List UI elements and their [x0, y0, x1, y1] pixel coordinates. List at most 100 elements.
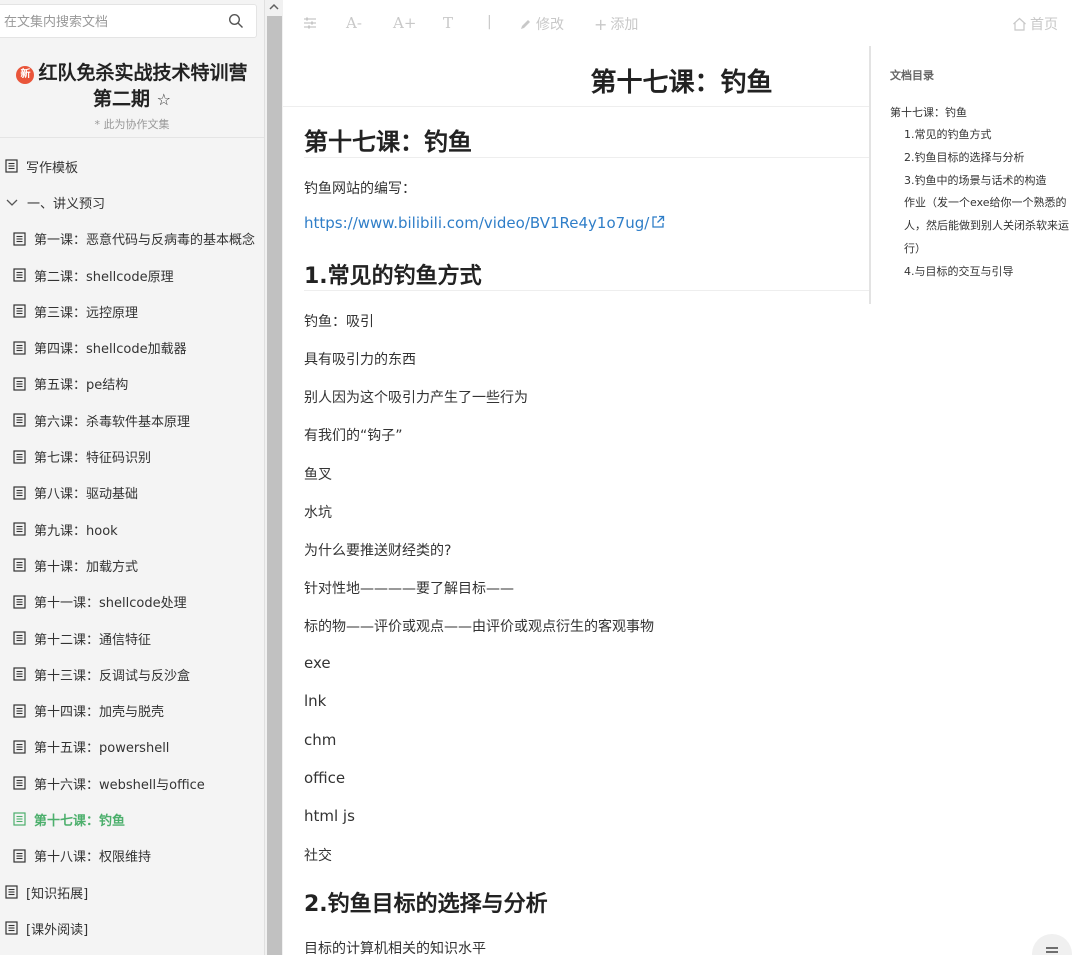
document-content: 第十七课：钓鱼 钓鱼网站的编写： https://www.bilibili.co… — [283, 46, 869, 955]
toolbar-divider: | — [487, 14, 492, 30]
toc-item[interactable]: 1.常见的钓鱼方式 — [904, 124, 992, 145]
sidebar-item[interactable]: 第五课：pe结构 — [0, 366, 264, 402]
link-paragraph: https://www.bilibili.com/video/BV1Re4y1o… — [304, 214, 665, 232]
paragraph: 具有吸引力的东西 — [304, 352, 416, 368]
sidebar-item[interactable]: 第十一课：shellcode处理 — [0, 584, 264, 620]
document-icon — [13, 849, 26, 863]
toc-item[interactable]: 第十七课：钓鱼 — [890, 102, 967, 123]
document-icon — [5, 921, 18, 935]
sidebar-item-label: 第十六课：webshell与office — [34, 777, 205, 793]
toc-item[interactable]: 行） — [904, 238, 926, 259]
new-badge: 新 — [16, 66, 35, 84]
document-icon — [13, 812, 26, 827]
sidebar-item-label: 写作模板 — [26, 160, 79, 176]
sidebar-item[interactable]: 第十课：加载方式 — [0, 547, 264, 583]
sidebar-item-label: 第十七课：钓鱼 — [34, 813, 126, 829]
title-divider — [283, 106, 869, 107]
sidebar-item[interactable]: 第七课：特征码识别 — [0, 438, 264, 474]
toc-item[interactable]: 作业（发一个exe给你一个熟悉的 — [904, 192, 1067, 213]
sidebar-item-label: 第十八课：权限维持 — [34, 850, 152, 866]
paragraph: 针对性地————要了解目标—— — [304, 581, 514, 597]
sidebar-item[interactable]: 第十四课：加壳与脱壳 — [0, 692, 264, 728]
sidebar-item-label: 一、讲义预习 — [27, 196, 106, 212]
font-smaller-button[interactable]: A- — [346, 14, 362, 32]
book-title-text: 红队免杀实战技术特训营 第二期 — [38, 62, 248, 110]
sidebar-item[interactable]: 第十五课：powershell — [0, 729, 264, 765]
paragraph: 有我们的“钩子” — [304, 428, 403, 444]
sidebar-item-label: 第四课：shellcode加载器 — [34, 342, 187, 358]
sidebar-scrollbar[interactable] — [264, 0, 283, 955]
search-input[interactable] — [4, 12, 214, 32]
sidebar-item[interactable]: 第八课：驱动基础 — [0, 475, 264, 511]
paragraph: 为什么要推送财经类的? — [304, 543, 452, 559]
search-box[interactable] — [0, 4, 257, 38]
chevron-down-icon[interactable] — [5, 195, 19, 209]
sidebar-item-label: [知识拓展] — [26, 886, 89, 902]
sidebar-item[interactable]: [知识拓展] — [0, 874, 264, 910]
sidebar-item[interactable]: 第四课：shellcode加载器 — [0, 329, 264, 365]
star-icon[interactable]: ☆ — [157, 90, 171, 109]
sidebar-item[interactable]: 一、讲义预习 — [0, 184, 264, 220]
document-icon — [13, 667, 26, 681]
scroll-up-arrow-icon[interactable] — [268, 2, 280, 12]
toc-item[interactable]: 人，然后能做到别人关闭杀软来运 — [904, 215, 1069, 236]
home-label: 首页 — [1030, 17, 1058, 33]
sidebar-item[interactable]: 第三课：远控原理 — [0, 293, 264, 329]
document-icon — [13, 631, 26, 645]
paragraph: html js — [304, 807, 355, 825]
toc-item[interactable]: 3.钓鱼中的场景与话术的构造 — [904, 170, 1047, 191]
settings-sliders-icon[interactable] — [303, 16, 317, 30]
plus-icon: + — [594, 14, 608, 34]
scrollbar-thumb[interactable] — [267, 16, 282, 955]
document-icon — [13, 776, 26, 790]
paragraph: 标的物——评价或观点——由评价或观点衍生的客观事物 — [304, 619, 654, 635]
paragraph: 社交 — [304, 848, 332, 864]
sidebar-item-label: 第十四课：加壳与脱壳 — [34, 705, 165, 721]
sidebar-item[interactable]: 第十二课：通信特征 — [0, 620, 264, 656]
sidebar-item[interactable]: 写作模板 — [0, 148, 264, 184]
edit-button[interactable]: 修改 — [520, 14, 564, 34]
paragraph: 别人因为这个吸引力产生了一些行为 — [304, 390, 528, 406]
sidebar-item-label: [课外阅读] — [26, 922, 89, 938]
search-icon[interactable] — [228, 13, 244, 29]
document-icon — [13, 522, 26, 536]
sidebar-item-label: 第五课：pe结构 — [34, 378, 129, 394]
sidebar-item[interactable]: 第九课：hook — [0, 511, 264, 547]
doc-heading: 第十七课：钓鱼 — [304, 128, 472, 156]
paragraph: office — [304, 769, 346, 787]
paragraph: lnk — [304, 692, 327, 710]
font-larger-button[interactable]: A+ — [393, 14, 416, 32]
sidebar-item[interactable]: 第六课：杀毒软件基本原理 — [0, 402, 264, 438]
add-button[interactable]: + 添加 — [594, 14, 638, 34]
book-subtitle: * 此为协作文集 — [94, 118, 170, 131]
video-link[interactable]: https://www.bilibili.com/video/BV1Re4y1o… — [304, 214, 649, 232]
document-icon — [13, 486, 26, 500]
sidebar-item[interactable]: 第十三课：反调试与反沙盒 — [0, 656, 264, 692]
sidebar-item[interactable]: 第二课：shellcode原理 — [0, 257, 264, 293]
home-button[interactable]: 首页 — [1012, 14, 1058, 34]
toc-item[interactable]: 2.钓鱼目标的选择与分析 — [904, 147, 1025, 168]
sidebar-item[interactable]: 第十七课：钓鱼 — [0, 801, 264, 837]
sidebar-item[interactable]: 第一课：恶意代码与反病毒的基本概念 — [0, 221, 264, 257]
sidebar-item[interactable]: 第十八课：权限维持 — [0, 838, 264, 874]
book-title: 新红队免杀实战技术特训营 第二期 ☆ — [0, 60, 264, 113]
toc-toggle-button[interactable] — [1032, 934, 1072, 955]
sidebar-item-label: 第八课：驱动基础 — [34, 487, 139, 503]
paragraph: chm — [304, 731, 337, 749]
sidebar-item[interactable]: 第十六课：webshell与office — [0, 765, 264, 801]
toolbar: A- A+ T | 修改 + 添加 首页 — [283, 0, 1080, 46]
table-of-contents: 文档目录 第十七课：钓鱼 1.常见的钓鱼方式 2.钓鱼目标的选择与分析 3.钓鱼中的场… — [869, 46, 1080, 304]
toc-item[interactable]: 4.与目标的交互与引导 — [904, 261, 1014, 282]
document-icon — [13, 377, 26, 391]
document-icon — [13, 232, 26, 246]
document-icon — [13, 595, 26, 609]
document-icon — [13, 268, 26, 282]
sidebar-item-label: 第十三课：反调试与反沙盒 — [34, 668, 191, 684]
toc-title: 文档目录 — [890, 69, 934, 82]
sidebar-item-label: 第三课：远控原理 — [34, 305, 139, 321]
sidebar-item-label: 第二课：shellcode原理 — [34, 269, 174, 285]
paragraph: 鱼叉 — [304, 467, 332, 483]
external-link-icon[interactable] — [651, 215, 665, 229]
sidebar-item[interactable]: [课外阅读] — [0, 910, 264, 946]
font-toggle-button[interactable]: T — [443, 14, 453, 32]
